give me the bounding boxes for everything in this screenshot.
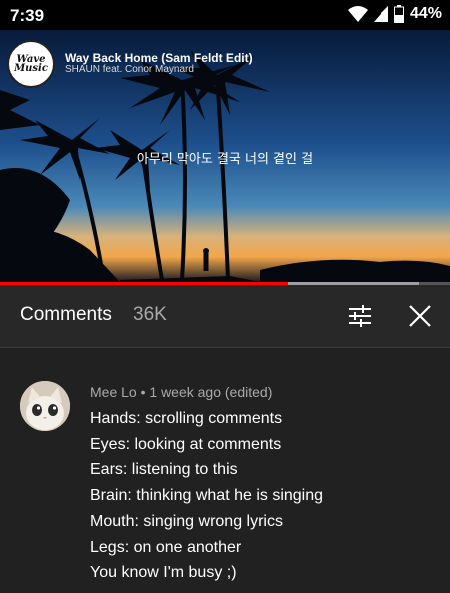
comment-author[interactable]: Mee Lo [90, 384, 137, 400]
close-comments-button[interactable] [404, 300, 436, 332]
comment-time: 1 week ago (edited) [149, 384, 273, 400]
comment-line: You know I'm busy ;) [90, 564, 237, 582]
tune-icon [349, 305, 371, 327]
song-artist: SHAUN feat. Conor Maynard [65, 64, 194, 75]
comment-line: Ears: listening to this [90, 461, 238, 479]
status-time: 7:39 [10, 6, 45, 25]
comment-line: Brain: thinking what he is singing [90, 487, 324, 505]
lyric-caption: 아무리 막아도 결국 너의 곁인 걸 [136, 152, 314, 167]
comment-meta: Mee Lo • 1 week ago (edited) [90, 384, 272, 400]
comment-line: Mouth: singing wrong lyrics [90, 512, 283, 530]
avatar[interactable] [20, 381, 70, 431]
comment-line: Eyes: looking at comments [90, 435, 282, 453]
battery-percent: 44% [409, 5, 442, 22]
close-icon [409, 305, 431, 327]
comments-title: Comments [20, 304, 112, 325]
meta-separator: • [136, 384, 150, 400]
comment-line: Legs: on one another [90, 538, 242, 556]
comments-count: 36K [133, 304, 167, 325]
song-title: Way Back Home (Sam Feldt Edit) [65, 51, 253, 65]
wifi-icon [347, 6, 368, 22]
signal-icon [373, 6, 388, 22]
cat-avatar-image [20, 381, 70, 431]
comment-line: Hands: scrolling comments [90, 410, 283, 427]
video-player[interactable]: Wave Music Way Back Home (Sam Feldt Edit… [0, 30, 450, 282]
sort-comments-button[interactable] [343, 300, 377, 332]
comments-header: Comments 36K [0, 285, 450, 348]
channel-logo[interactable]: Wave Music [7, 40, 55, 88]
comment-text: Hands: scrolling comments Eyes: looking … [90, 406, 323, 586]
battery-icon [393, 5, 404, 23]
status-bar: 7:39 44% [0, 0, 450, 30]
status-icons: 44% [347, 5, 442, 23]
channel-logo-text: Wave Music [14, 54, 48, 74]
